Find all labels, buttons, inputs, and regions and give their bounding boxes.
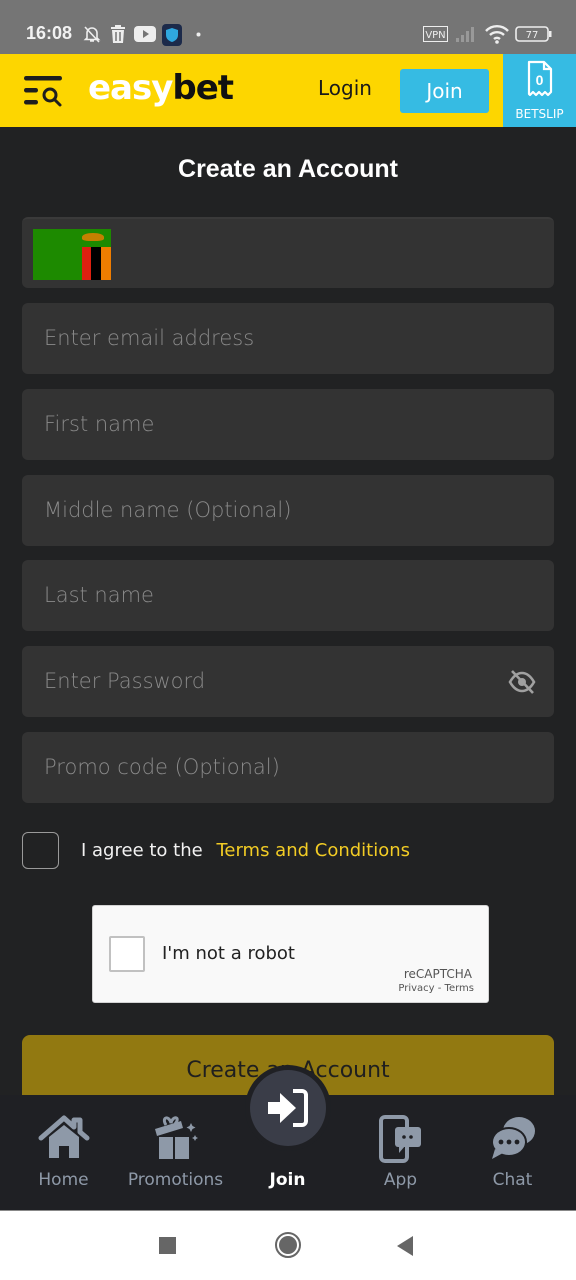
svg-text:77: 77 [526, 30, 539, 41]
join-button[interactable]: Join [400, 69, 489, 113]
nav-join[interactable]: Join [230, 1065, 345, 1210]
home-button[interactable] [274, 1231, 302, 1259]
app-header: easybet Login Join 0 BETSLIP [0, 54, 576, 127]
country-selector[interactable] [22, 217, 554, 288]
nav-home[interactable]: Home [6, 1095, 121, 1210]
recents-button[interactable] [159, 1237, 177, 1255]
nav-home-label: Home [38, 1170, 89, 1190]
logo-bet: bet [172, 68, 234, 108]
gift-icon [154, 1116, 198, 1159]
trash-icon [111, 25, 125, 43]
recaptcha-checkbox[interactable] [109, 936, 145, 972]
dot-icon [196, 32, 201, 37]
join-fab[interactable] [245, 1065, 331, 1151]
agree-text: I agree to the [81, 840, 203, 861]
recaptcha-label: I'm not a robot [162, 943, 295, 964]
recaptcha-widget: I'm not a robot reCAPTCHA Privacy - Term… [92, 905, 489, 1003]
battery-icon: 77 [515, 26, 552, 42]
sign-in-icon [268, 1089, 308, 1127]
wifi-icon [485, 25, 509, 44]
vpn-badge-icon: VPN [423, 26, 448, 42]
menu-search-button[interactable] [24, 74, 64, 108]
betslip-button[interactable]: 0 BETSLIP [503, 54, 576, 127]
betslip-label: BETSLIP [515, 107, 564, 121]
eye-slash-icon[interactable] [508, 668, 536, 696]
recaptcha-brand: reCAPTCHA [403, 967, 472, 981]
nav-promotions-label: Promotions [127, 1170, 224, 1190]
betslip-count: 0 [535, 72, 544, 88]
chat-bubbles-icon [490, 1117, 535, 1159]
middle-name-field[interactable]: Middle name (Optional) [22, 475, 554, 546]
youtube-icon [134, 26, 156, 42]
first-name-field[interactable]: First name [22, 389, 554, 460]
password-placeholder: Enter Password [44, 669, 206, 693]
easybet-logo[interactable]: easybet [88, 68, 234, 108]
nav-chat-label: Chat [492, 1170, 533, 1190]
terms-link[interactable]: Terms and Conditions [216, 840, 410, 861]
agree-checkbox[interactable] [22, 832, 59, 869]
status-bar: 16:08 VPN 77 [0, 0, 576, 54]
bottom-navigation: Home Promotions Join App Chat [0, 1065, 576, 1210]
nav-app[interactable]: App [343, 1095, 458, 1210]
zambia-flag-icon [33, 229, 111, 280]
nav-join-label: Join [269, 1170, 306, 1190]
back-button[interactable] [396, 1235, 414, 1257]
svg-text:VPN: VPN [425, 30, 445, 41]
recaptcha-links: Privacy - Terms [398, 983, 474, 994]
email-field[interactable]: Enter email address [22, 303, 554, 374]
password-field[interactable]: Enter Password [22, 646, 554, 717]
promo-code-field[interactable]: Promo code (Optional) [22, 732, 554, 803]
vpn-shield-app-icon [162, 24, 182, 46]
nav-app-label: App [383, 1170, 418, 1190]
signal-icon [456, 27, 474, 42]
nav-promotions[interactable]: Promotions [118, 1095, 233, 1210]
page-title: Create an Account [178, 155, 398, 183]
recaptcha-privacy-link[interactable]: Privacy [398, 983, 434, 994]
last-name-field[interactable]: Last name [22, 560, 554, 631]
home-icon [38, 1115, 89, 1158]
bell-off-icon [83, 26, 101, 43]
menu-search-icon [24, 76, 62, 107]
logo-easy: easy [88, 68, 173, 108]
login-button[interactable]: Login [318, 76, 372, 100]
registration-form: Create an Account Enter email address Fi… [0, 127, 576, 1095]
clock: 16:08 [26, 23, 73, 43]
mobile-chat-icon [378, 1115, 421, 1163]
nav-chat[interactable]: Chat [455, 1095, 570, 1210]
recaptcha-terms-link[interactable]: Terms [445, 983, 474, 994]
recaptcha-separator: - [434, 983, 445, 994]
system-navigation-bar [0, 1210, 576, 1280]
